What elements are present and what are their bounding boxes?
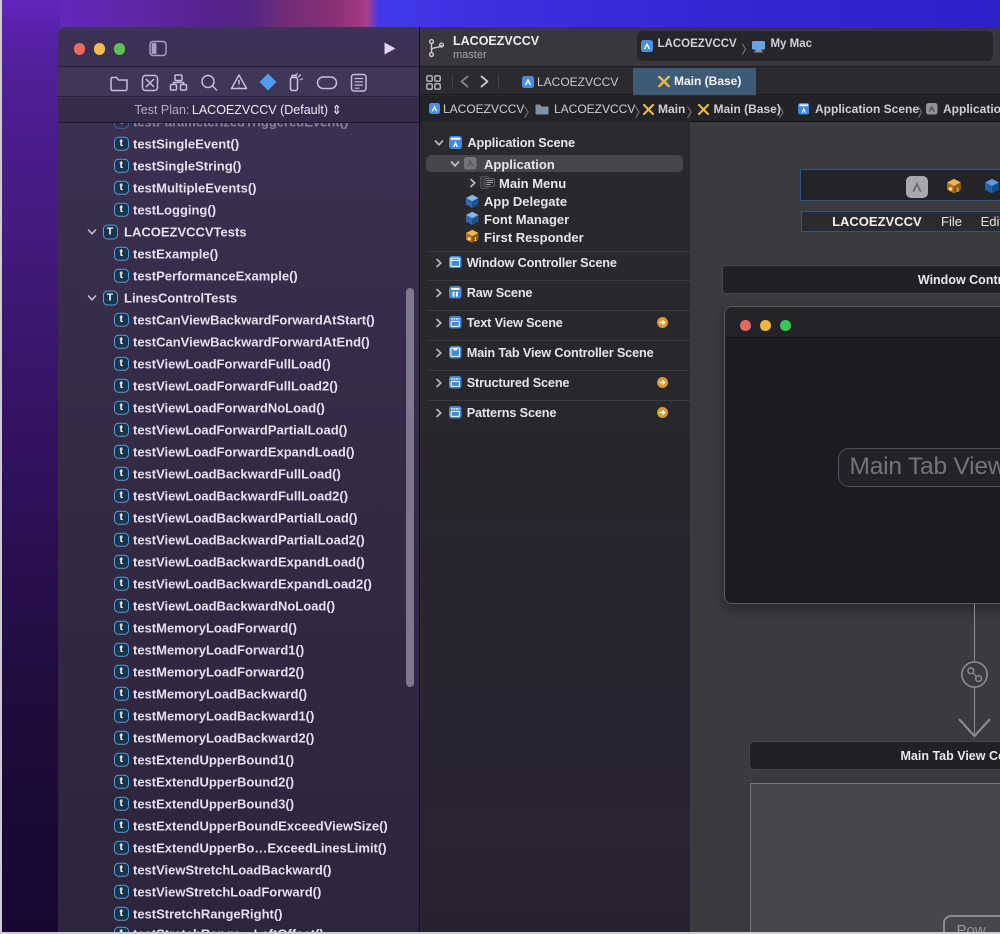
svg-text:1: 1 (474, 237, 477, 243)
